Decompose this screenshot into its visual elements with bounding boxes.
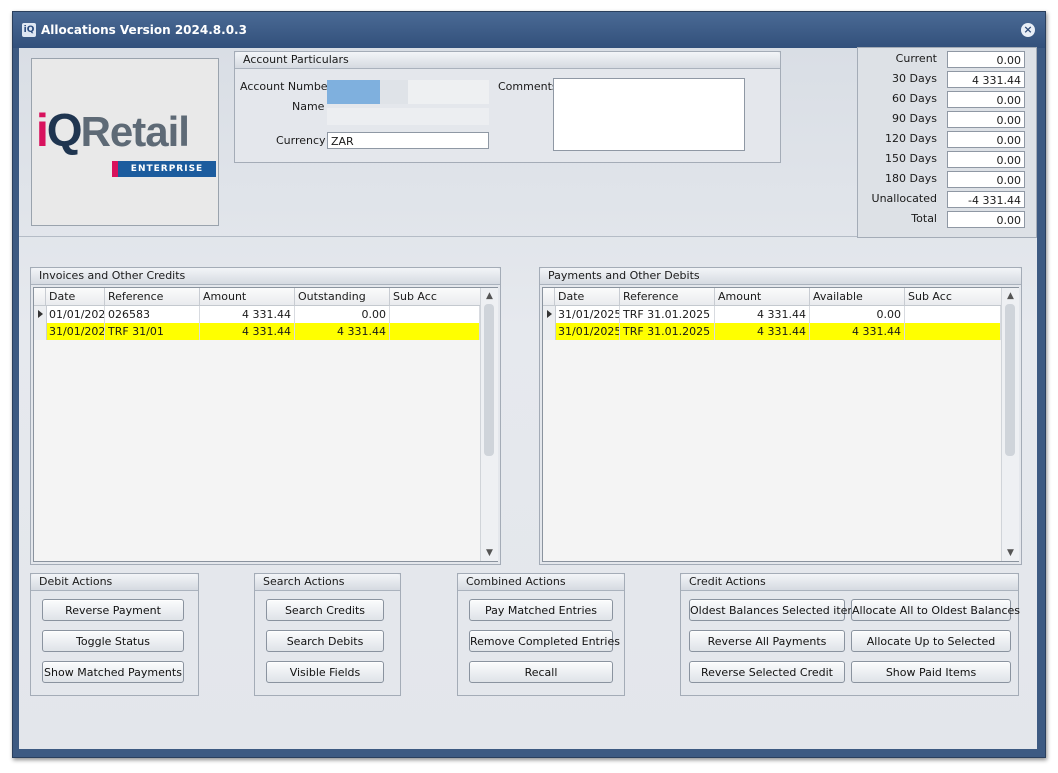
aging-value-150: 0.00: [947, 151, 1025, 168]
aging-label-90: 90 Days: [892, 112, 937, 125]
client-area: iQRetail ENTERPRISE Account Particulars …: [19, 47, 1037, 749]
window-title: Allocations Version 2024.8.0.3: [41, 23, 247, 37]
aging-value-60: 0.00: [947, 91, 1025, 108]
payments-panel: Payments and Other Debits Date Reference…: [539, 267, 1022, 565]
col-sub-acc[interactable]: Sub Acc: [390, 288, 480, 305]
app-icon: iQ: [22, 23, 36, 37]
name-field[interactable]: [327, 108, 489, 125]
table-row[interactable]: 01/01/2025 026583 4 331.44 0.00: [34, 306, 480, 323]
comments-label: Comments: [498, 80, 558, 93]
allocate-all-to-oldest-balances-button[interactable]: Allocate All to Oldest Balances: [851, 599, 1020, 621]
aging-label-60: 60 Days: [892, 92, 937, 105]
combined-actions-panel: Combined Actions Pay Matched Entries Rem…: [457, 573, 625, 696]
logo-wordmark: iQRetail: [36, 104, 190, 156]
col-available[interactable]: Available: [810, 288, 905, 305]
allocations-window: iQ Allocations Version 2024.8.0.3 × iQRe…: [12, 11, 1046, 758]
table-row[interactable]: 31/01/2025 TRF 31.01.2025 4 331.44 0.00: [543, 306, 1001, 323]
col-date[interactable]: Date: [46, 288, 105, 305]
search-actions-panel: Search Actions Search Credits Search Deb…: [254, 573, 401, 696]
title-bar: iQ Allocations Version 2024.8.0.3 ×: [13, 12, 1045, 48]
invoices-panel: Invoices and Other Credits Date Referenc…: [30, 267, 501, 565]
reverse-payment-button[interactable]: Reverse Payment: [42, 599, 184, 621]
aging-summary-panel: Current 0.00 30 Days 4 331.44 60 Days 0.…: [857, 47, 1037, 238]
aging-label-total: Total: [911, 212, 937, 225]
col-amount[interactable]: Amount: [715, 288, 810, 305]
scroll-thumb[interactable]: [1005, 304, 1015, 456]
col-reference[interactable]: Reference: [105, 288, 200, 305]
reverse-all-payments-button[interactable]: Reverse All Payments: [689, 630, 845, 652]
col-outstanding[interactable]: Outstanding: [295, 288, 390, 305]
col-date[interactable]: Date: [555, 288, 620, 305]
aging-value-total: 0.00: [947, 211, 1025, 228]
scroll-thumb[interactable]: [484, 304, 494, 456]
logo-subtitle: ENTERPRISE: [112, 161, 216, 177]
search-credits-button[interactable]: Search Credits: [266, 599, 384, 621]
account-particulars-panel: Account Particulars Account Number Name …: [234, 51, 781, 163]
name-label: Name: [292, 100, 325, 113]
allocate-up-to-selected-button[interactable]: Allocate Up to Selected: [851, 630, 1011, 652]
col-reference[interactable]: Reference: [620, 288, 715, 305]
debit-actions-header: Debit Actions: [31, 574, 198, 591]
invoices-scrollbar[interactable]: ▲ ▼: [480, 288, 498, 561]
payments-grid-header: Date Reference Amount Available Sub Acc: [543, 288, 1001, 306]
company-logo: iQRetail ENTERPRISE: [31, 58, 219, 226]
aging-value-unallocated: -4 331.44: [947, 191, 1025, 208]
col-amount[interactable]: Amount: [200, 288, 295, 305]
invoices-grid[interactable]: Date Reference Amount Outstanding Sub Ac…: [33, 287, 498, 562]
pay-matched-entries-button[interactable]: Pay Matched Entries: [469, 599, 613, 621]
aging-label-unallocated: Unallocated: [871, 192, 937, 205]
credit-actions-panel: Credit Actions Oldest Balances Selected …: [680, 573, 1020, 696]
toggle-status-button[interactable]: Toggle Status: [42, 630, 184, 652]
currency-field[interactable]: ZAR: [327, 132, 489, 149]
show-paid-items-button[interactable]: Show Paid Items: [851, 661, 1011, 683]
debit-actions-panel: Debit Actions Reverse Payment Toggle Sta…: [30, 573, 199, 696]
aging-value-90: 0.00: [947, 111, 1025, 128]
payments-scrollbar[interactable]: ▲ ▼: [1001, 288, 1019, 561]
scroll-down-icon[interactable]: ▼: [1002, 546, 1019, 560]
payments-grid[interactable]: Date Reference Amount Available Sub Acc …: [542, 287, 1019, 562]
col-sub-acc[interactable]: Sub Acc: [905, 288, 1001, 305]
account-number-label: Account Number: [240, 80, 333, 93]
currency-label: Currency: [276, 134, 326, 147]
aging-value-30: 4 331.44: [947, 71, 1025, 88]
scroll-up-icon[interactable]: ▲: [481, 289, 498, 303]
credit-actions-header: Credit Actions: [681, 574, 1018, 591]
search-debits-button[interactable]: Search Debits: [266, 630, 384, 652]
aging-label-180: 180 Days: [885, 172, 937, 185]
aging-value-180: 0.00: [947, 171, 1025, 188]
comments-field[interactable]: [553, 78, 745, 151]
show-matched-payments-button[interactable]: Show Matched Payments: [42, 661, 184, 683]
aging-label-30: 30 Days: [892, 72, 937, 85]
scroll-up-icon[interactable]: ▲: [1002, 289, 1019, 303]
table-row[interactable]: 31/01/2025 TRF 31/01 4 331.44 4 331.44: [34, 323, 480, 340]
aging-label-current: Current: [895, 52, 937, 65]
aging-label-150: 150 Days: [885, 152, 937, 165]
aging-label-120: 120 Days: [885, 132, 937, 145]
aging-value-current: 0.00: [947, 51, 1025, 68]
remove-completed-entries-button[interactable]: Remove Completed Entries: [469, 630, 620, 652]
account-particulars-header: Account Particulars: [235, 52, 780, 69]
account-number-field[interactable]: [327, 78, 489, 106]
aging-value-120: 0.00: [947, 131, 1025, 148]
search-actions-header: Search Actions: [255, 574, 400, 591]
scroll-down-icon[interactable]: ▼: [481, 546, 498, 560]
payments-header: Payments and Other Debits: [540, 268, 1021, 285]
combined-actions-header: Combined Actions: [458, 574, 624, 591]
table-row[interactable]: 31/01/2025 TRF 31.01.2025 4 331.44 4 331…: [543, 323, 1001, 340]
invoices-header: Invoices and Other Credits: [31, 268, 500, 285]
recall-button[interactable]: Recall: [469, 661, 613, 683]
oldest-balances-selected-item-button[interactable]: Oldest Balances Selected item: [689, 599, 858, 621]
visible-fields-button[interactable]: Visible Fields: [266, 661, 384, 683]
invoices-grid-header: Date Reference Amount Outstanding Sub Ac…: [34, 288, 480, 306]
reverse-selected-credit-button[interactable]: Reverse Selected Credit: [689, 661, 845, 683]
close-icon[interactable]: ×: [1021, 23, 1035, 37]
